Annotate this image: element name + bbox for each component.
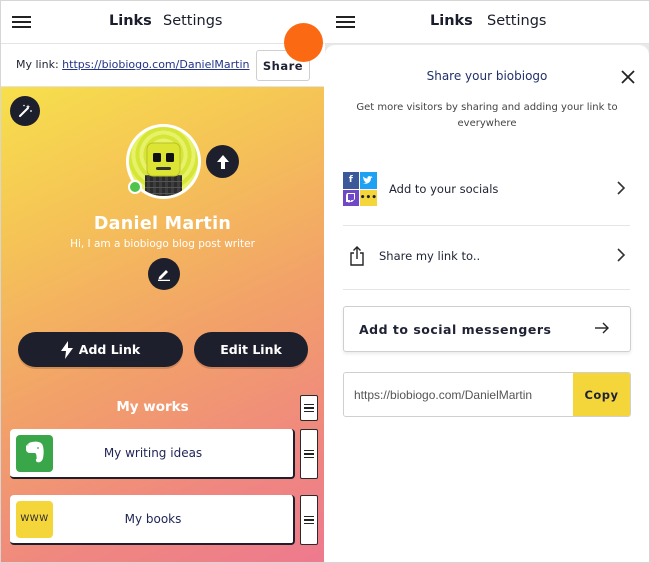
magic-wand-button[interactable] (10, 96, 40, 126)
top-nav-bar: Links Settings (1, 1, 324, 44)
link-drag-handle[interactable] (300, 495, 318, 545)
my-link-label: My link: (16, 58, 59, 71)
link-card[interactable]: My writing ideas (10, 429, 295, 479)
option-label: Share my link to.. (379, 249, 481, 263)
close-icon (621, 70, 635, 84)
more-icon: ••• (359, 189, 377, 206)
my-link-url[interactable]: https://biobiogo.com/DanielMartin (62, 58, 249, 71)
top-nav-bar: Links Settings (325, 1, 649, 44)
link-drag-handle[interactable] (300, 429, 318, 479)
links-editor-pane: Links Settings My link: https://biobiogo… (1, 1, 324, 562)
upload-avatar-button[interactable] (206, 145, 239, 178)
twitch-icon (343, 189, 359, 206)
share-sheet: Share your biobiogo Get more visitors by… (325, 45, 649, 562)
add-to-messengers-button[interactable]: Add to social messengers (343, 306, 631, 352)
add-link-button[interactable]: Add Link (18, 332, 183, 367)
edit-profile-button[interactable] (148, 258, 180, 290)
chevron-right-icon (617, 248, 626, 262)
chevron-right-icon (617, 181, 626, 195)
www-icon: WWW (16, 500, 53, 538)
twitter-icon (359, 172, 377, 189)
profile-bio: Hi, I am a biobiogo blog post writer (70, 238, 255, 250)
section-drag-handle[interactable] (300, 395, 318, 421)
link-card-title: My writing ideas (103, 446, 203, 460)
arrow-right-icon (595, 322, 609, 334)
online-status-indicator (128, 180, 142, 194)
my-link-bar: My link: https://biobiogo.com/DanielMart… (1, 45, 324, 87)
share-icon (350, 246, 364, 266)
socials-grid-icon: f ••• (343, 172, 377, 206)
share-sheet-subtitle: Get more visitors by sharing and adding … (356, 102, 618, 129)
lightning-icon (60, 340, 73, 359)
arrow-up-icon (216, 154, 229, 169)
section-title-my-works: My works (116, 399, 189, 415)
close-button[interactable] (619, 68, 637, 86)
profile-name: Daniel Martin (93, 214, 232, 234)
evernote-icon (16, 434, 53, 472)
link-card[interactable]: WWW My books (10, 495, 295, 545)
option-share-link[interactable]: Share my link to.. (343, 228, 630, 284)
my-link-row: My link: https://biobiogo.com/DanielMart… (16, 58, 250, 71)
tab-settings[interactable]: Settings (487, 13, 546, 29)
elephant-icon (25, 441, 44, 463)
copy-link-input[interactable] (344, 373, 573, 416)
divider (343, 225, 630, 226)
copy-link-field: Copy (343, 372, 631, 417)
pencil-icon (158, 270, 170, 281)
magic-wand-icon (19, 104, 32, 117)
divider (343, 289, 630, 290)
hamburger-menu-icon[interactable] (12, 16, 31, 28)
tab-links[interactable]: Links (108, 13, 153, 29)
touch-indicator (284, 23, 323, 62)
link-card-title: My books (124, 512, 182, 526)
share-pane: Links Settings Share your biobiogo Get m… (325, 1, 649, 562)
share-sheet-title: Share your biobiogo (426, 69, 548, 83)
copy-button[interactable]: Copy (573, 373, 630, 416)
tab-links[interactable]: Links (429, 13, 474, 29)
tab-settings[interactable]: Settings (163, 13, 222, 29)
add-link-label: Add Link (78, 342, 141, 357)
facebook-icon: f (343, 172, 359, 189)
profile-area: Daniel Martin Hi, I am a biobiogo blog p… (1, 87, 324, 562)
option-label: Add to your socials (389, 182, 499, 196)
edit-link-button[interactable]: Edit Link (194, 332, 308, 367)
edit-link-label: Edit Link (220, 342, 282, 357)
hamburger-menu-icon[interactable] (336, 16, 355, 28)
messenger-label: Add to social messengers (359, 321, 552, 337)
option-add-to-socials[interactable]: f ••• Add to your socials (343, 161, 630, 217)
